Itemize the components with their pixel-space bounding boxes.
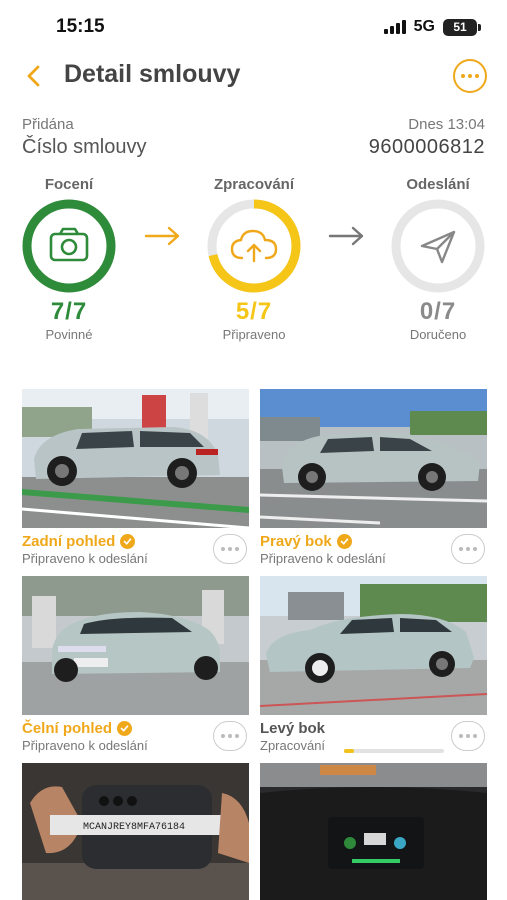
photo-card-front[interactable]: Čelní pohled Připraveno k odeslání — [22, 576, 249, 753]
status-icons: 5G 51 — [383, 18, 481, 36]
photo-title-text: Zadní pohled — [22, 533, 116, 550]
dot-icon — [466, 734, 470, 738]
more-options-button[interactable] — [453, 59, 487, 93]
photo-title-text: Čelní pohled — [22, 720, 112, 737]
step-sub: Doručeno — [409, 327, 467, 342]
send-icon — [420, 230, 456, 264]
dot-icon — [235, 547, 239, 551]
step-label: Focení — [44, 176, 94, 193]
page-title: Detail smlouvy — [64, 60, 241, 88]
contract-number-value: 9600006812 — [368, 136, 485, 158]
photo-more-button[interactable] — [213, 721, 247, 751]
arrow-right-icon — [328, 226, 364, 246]
car-photo-image — [260, 389, 487, 528]
dot-icon — [235, 734, 239, 738]
photo-thumbnail[interactable] — [22, 576, 249, 715]
battery-icon: 51 — [443, 18, 481, 36]
upload-progress-bar — [344, 749, 444, 753]
signal-icon — [383, 20, 406, 34]
step-photography[interactable]: Focení 7/7 Povinné — [9, 176, 129, 342]
step-count: 0/7 — [419, 298, 457, 325]
contract-added-row: Přidána Dnes 13:04 — [22, 116, 485, 133]
photo-card-rear[interactable]: Zadní pohled Připraveno k odeslání — [22, 389, 249, 566]
dot-icon — [468, 74, 472, 78]
step-count: 5/7 — [235, 298, 273, 325]
step-count: 7/7 — [50, 298, 88, 325]
header: Detail smlouvy — [0, 55, 507, 99]
status-bar: 15:15 5G 51 — [0, 0, 507, 52]
dot-icon — [461, 74, 465, 78]
photo-card-vin[interactable]: MCANJREY8MFA76184 — [22, 763, 249, 900]
photo-thumbnail[interactable] — [260, 389, 487, 528]
step-label: Odeslání — [406, 176, 470, 193]
step-ring — [21, 198, 117, 294]
dot-icon — [473, 734, 477, 738]
camera-icon — [49, 227, 89, 262]
photo-more-button[interactable] — [451, 721, 485, 751]
added-time: Dnes 13:04 — [408, 116, 485, 133]
dashboard-photo-image — [260, 763, 487, 900]
chevron-left-icon — [27, 65, 40, 87]
photo-thumbnail[interactable] — [260, 763, 487, 900]
check-circle-icon — [336, 534, 352, 549]
car-photo-image — [22, 389, 249, 528]
photo-more-button[interactable] — [451, 534, 485, 564]
photo-title-text: Pravý bok — [260, 533, 332, 550]
photo-title-text: Levý bok — [260, 720, 326, 737]
added-label: Přidána — [22, 116, 74, 133]
step-sub: Připraveno — [222, 327, 286, 342]
photo-more-button[interactable] — [213, 534, 247, 564]
dot-icon — [459, 547, 463, 551]
step-ring — [206, 198, 302, 294]
photo-thumbnail[interactable]: MCANJREY8MFA76184 — [22, 763, 249, 900]
network-type: 5G — [413, 18, 435, 35]
car-photo-image — [22, 576, 249, 715]
dot-icon — [221, 547, 225, 551]
cloud-upload-icon — [230, 229, 278, 263]
vin-photo-image: MCANJREY8MFA76184 — [22, 763, 249, 900]
check-circle-icon — [120, 534, 136, 549]
photo-thumbnail[interactable] — [260, 576, 487, 715]
arrow-right-icon — [144, 226, 180, 246]
back-button[interactable] — [18, 59, 48, 93]
dot-icon — [475, 74, 479, 78]
step-processing[interactable]: Zpracování 5/7 Připraveno — [194, 176, 314, 342]
step-sub: Povinné — [45, 327, 93, 342]
photo-card-left-side[interactable]: Levý bok Zpracování — [260, 576, 487, 753]
progress-steps: Focení 7/7 Povinné Zpracování 5/7 Připra… — [0, 176, 507, 342]
dot-icon — [466, 547, 470, 551]
dot-icon — [221, 734, 225, 738]
step-label: Zpracování — [213, 176, 295, 193]
photo-thumbnail[interactable] — [22, 389, 249, 528]
vin-text: MCANJREY8MFA76184 — [83, 822, 185, 833]
status-time: 15:15 — [56, 16, 105, 37]
step-ring — [390, 198, 486, 294]
check-circle-icon — [117, 721, 132, 736]
car-photo-image — [260, 576, 487, 715]
photo-card-dashboard[interactable] — [260, 763, 487, 900]
dot-icon — [473, 547, 477, 551]
dot-icon — [459, 734, 463, 738]
upload-progress-fill — [344, 749, 354, 753]
contract-number-label: Číslo smlouvy — [22, 136, 147, 158]
step-sending[interactable]: Odeslání 0/7 Doručeno — [378, 176, 498, 342]
dot-icon — [228, 734, 232, 738]
dot-icon — [228, 547, 232, 551]
photo-card-right-side[interactable]: Pravý bok Připraveno k odeslání — [260, 389, 487, 566]
contract-number-row: Číslo smlouvy 9600006812 — [22, 136, 485, 159]
